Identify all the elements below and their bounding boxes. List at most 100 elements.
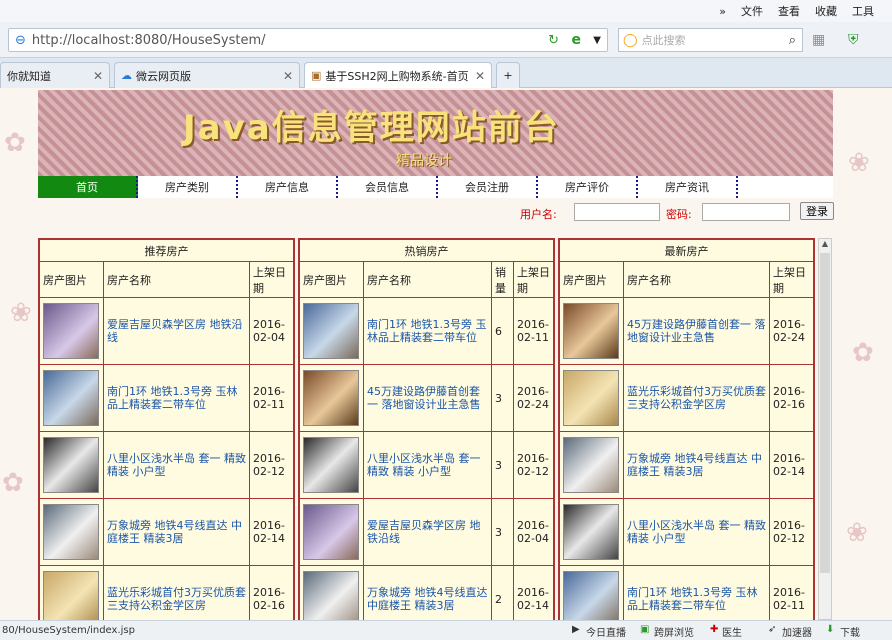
site-title: Java信息管理网站前台	[183, 108, 560, 148]
house-thumbnail[interactable]	[43, 504, 99, 560]
house-thumbnail[interactable]	[563, 437, 619, 493]
nav-house-category[interactable]: 房产类别	[138, 176, 238, 198]
tab-3-label: 基于SSH2网上购物系统-首页	[325, 69, 469, 83]
menu-file[interactable]: 文件	[741, 3, 763, 19]
col-date: 上架日期	[249, 261, 294, 298]
table-row: 八里小区浅水半岛 套一 精致 精装 小户型 3 2016-02-12	[299, 431, 554, 499]
status-doctor[interactable]: 医生	[722, 624, 742, 639]
house-name-link[interactable]: 万象城旁 地铁4号线直达 中庭楼王 精装3居	[363, 565, 492, 620]
house-thumbnail[interactable]	[303, 571, 359, 620]
house-date: 2016-02-14	[769, 431, 814, 499]
house-date: 2016-02-11	[249, 364, 294, 432]
status-live[interactable]: 今日直播	[586, 624, 626, 639]
nav-house-news[interactable]: 房产资讯	[638, 176, 738, 198]
address-bar[interactable]: ⊖ http://localhost:8080/HouseSystem/ ↻ e…	[8, 28, 608, 52]
house-name-link[interactable]: 45万建设路伊藤首创套一 落地窗设计业主急售	[363, 364, 492, 432]
house-thumbnail[interactable]	[563, 571, 619, 620]
house-thumbnail[interactable]	[563, 303, 619, 359]
login-form: 用户名: 密码: 登录	[520, 202, 840, 224]
nav-home[interactable]: 首页	[38, 176, 138, 198]
scrollbar-thumb[interactable]	[820, 253, 830, 573]
flower-decoration: ❀	[848, 148, 870, 178]
house-name-link[interactable]: 南门1环 地铁1.3号旁 玉林品上精装套二带车位	[363, 297, 492, 365]
house-name-link[interactable]: 爱屋吉屋贝森学区房 地铁沿线	[363, 498, 492, 566]
search-icon[interactable]: ⌕	[789, 33, 796, 48]
house-thumbnail[interactable]	[43, 437, 99, 493]
table-row: 万象城旁 地铁4号线直达 中庭楼王 精装3居 2016-02-14	[559, 431, 814, 499]
house-name-link[interactable]: 爱屋吉屋贝森学区房 地铁沿线	[103, 297, 250, 365]
scroll-up-icon[interactable]: ▲	[819, 239, 831, 253]
status-accelerator[interactable]: 加速器	[782, 624, 812, 639]
house-thumbnail[interactable]	[303, 370, 359, 426]
house-name-link[interactable]: 南门1环 地铁1.3号旁 玉林品上精装套二带车位	[103, 364, 250, 432]
password-input[interactable]	[702, 203, 790, 221]
table-row: 爱屋吉屋贝森学区房 地铁沿线 2016-02-04	[39, 297, 294, 365]
username-label: 用户名:	[520, 208, 557, 221]
house-name-link[interactable]: 八里小区浅水半岛 套一 精致 精装 小户型	[103, 431, 250, 499]
nav-member-info[interactable]: 会员信息	[338, 176, 438, 198]
house-name-link[interactable]: 八里小区浅水半岛 套一 精致 精装 小户型	[363, 431, 492, 499]
password-label: 密码:	[666, 208, 692, 221]
house-thumbnail[interactable]	[43, 571, 99, 620]
house-name-link[interactable]: 八里小区浅水半岛 套一 精致 精装 小户型	[623, 498, 770, 566]
house-date: 2016-02-24	[513, 364, 554, 432]
chevron-down-icon[interactable]: ▼	[593, 35, 601, 46]
house-name-link[interactable]: 南门1环 地铁1.3号旁 玉林品上精装套二带车位	[623, 565, 770, 620]
menu-more[interactable]: »	[719, 5, 726, 18]
menu-favorites[interactable]: 收藏	[815, 3, 837, 19]
house-thumbnail[interactable]	[563, 504, 619, 560]
table-row: 八里小区浅水半岛 套一 精致 精装 小户型 2016-02-12	[559, 498, 814, 566]
tab-2[interactable]: ☁ 微云网页版 ✕	[114, 62, 300, 88]
download-icon: ⬇	[826, 624, 835, 635]
login-button[interactable]: 登录	[800, 202, 834, 220]
house-sales: 2	[491, 565, 514, 620]
shield-icon[interactable]: ⛨	[848, 32, 859, 48]
close-icon[interactable]: ✕	[283, 69, 293, 83]
nav-house-review[interactable]: 房产评价	[538, 176, 638, 198]
house-date: 2016-02-12	[513, 431, 554, 499]
search-input[interactable]: 点此搜索	[642, 32, 686, 48]
menu-tools[interactable]: 工具	[852, 3, 874, 19]
house-name-link[interactable]: 万象城旁 地铁4号线直达 中庭楼王 精装3居	[103, 498, 250, 566]
house-date: 2016-02-11	[769, 565, 814, 620]
menu-view[interactable]: 查看	[778, 3, 800, 19]
refresh-icon[interactable]: ↻	[548, 33, 559, 48]
page-scrollbar[interactable]: ▲	[818, 238, 832, 620]
ie-mode-icon[interactable]: e	[572, 32, 582, 48]
panel-title: 推荐房产	[39, 239, 294, 262]
col-image: 房产图片	[299, 261, 364, 298]
col-date: 上架日期	[769, 261, 814, 298]
tab-3[interactable]: ▣ 基于SSH2网上购物系统-首页 ✕	[304, 62, 492, 88]
house-thumbnail[interactable]	[303, 303, 359, 359]
col-image: 房产图片	[559, 261, 624, 298]
house-name-link[interactable]: 万象城旁 地铁4号线直达 中庭楼王 精装3居	[623, 431, 770, 499]
house-name-link[interactable]: 45万建设路伊藤首创套一 落地窗设计业主急售	[623, 297, 770, 365]
house-thumbnail[interactable]	[43, 370, 99, 426]
close-icon[interactable]: ✕	[475, 69, 485, 83]
house-thumbnail[interactable]	[563, 370, 619, 426]
new-tab-button[interactable]: +	[496, 62, 520, 88]
tab-1[interactable]: 你就知道 ✕	[0, 62, 110, 88]
nav-member-register[interactable]: 会员注册	[438, 176, 538, 198]
house-date: 2016-02-12	[769, 498, 814, 566]
house-thumbnail[interactable]	[303, 504, 359, 560]
search-box[interactable]: ◯ 点此搜索 ⌕	[618, 28, 803, 52]
panel-title: 最新房产	[559, 239, 814, 262]
house-name-link[interactable]: 蓝光乐彩城首付3万买优质套三支持公积金学区房	[623, 364, 770, 432]
house-thumbnail[interactable]	[43, 303, 99, 359]
doctor-icon: ✚	[710, 624, 719, 635]
status-bar: 80/HouseSystem/index.jsp ▶ 今日直播 ▣ 跨屏浏览 ✚…	[0, 620, 892, 640]
table-row: 万象城旁 地铁4号线直达 中庭楼王 精装3居 2 2016-02-14	[299, 565, 554, 620]
house-sales: 6	[491, 297, 514, 365]
status-download[interactable]: 下载	[840, 624, 860, 639]
status-cross-screen[interactable]: 跨屏浏览	[654, 624, 694, 639]
apps-icon[interactable]: ▦	[812, 32, 825, 48]
house-thumbnail[interactable]	[303, 437, 359, 493]
flower-decoration: ✿	[4, 128, 26, 158]
nav-house-info[interactable]: 房产信息	[238, 176, 338, 198]
close-icon[interactable]: ✕	[93, 69, 103, 83]
site-banner: Java信息管理网站前台 精品设计	[38, 90, 833, 176]
house-name-link[interactable]: 蓝光乐彩城首付3万买优质套三支持公积金学区房	[103, 565, 250, 620]
col-sales: 销量	[491, 261, 514, 298]
username-input[interactable]	[574, 203, 660, 221]
